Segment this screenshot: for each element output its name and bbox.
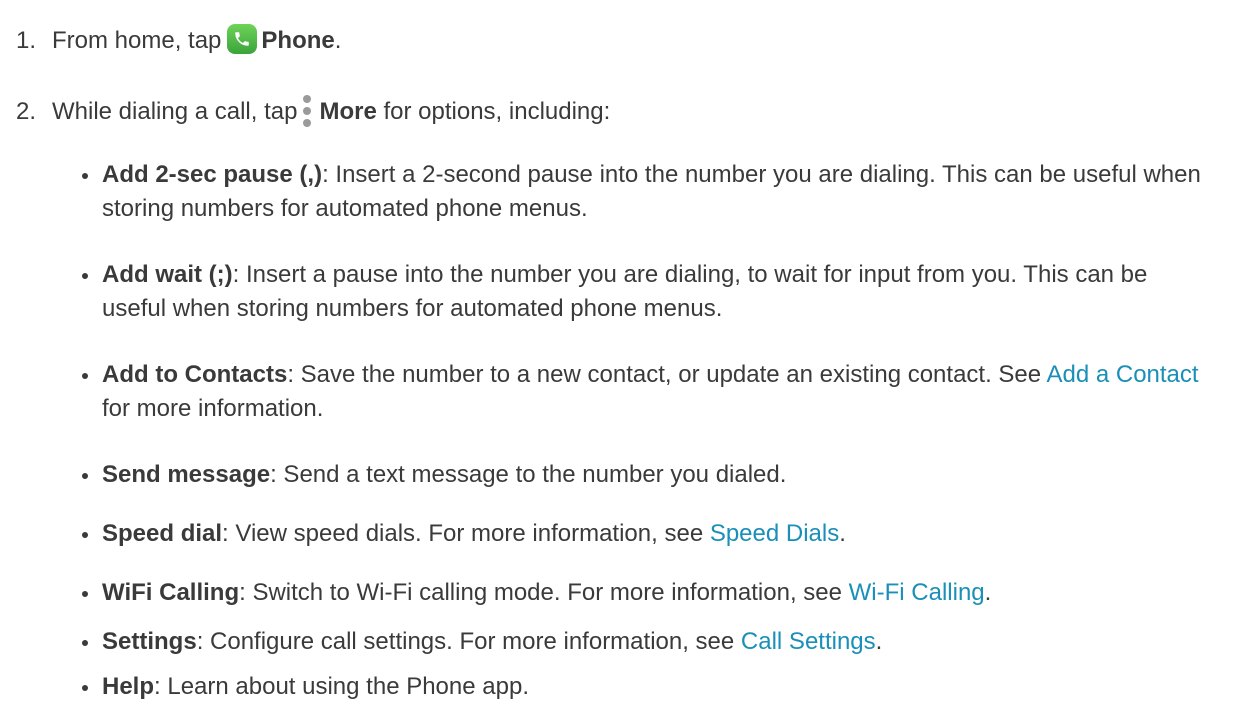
option-tail: for more information. xyxy=(102,395,324,422)
option-desc: : Save the number to a new contact, or u… xyxy=(287,361,1047,388)
option-term: WiFi Calling xyxy=(102,579,240,606)
step-number: 1. xyxy=(16,27,37,54)
option-item: WiFi Calling: Switch to Wi-Fi calling mo… xyxy=(82,576,1202,610)
option-desc: : Configure call settings. For more info… xyxy=(196,628,741,655)
option-desc: : View speed dials. For more information… xyxy=(222,520,710,547)
step-text-end: for options, including: xyxy=(376,98,611,125)
option-term: Add to Contacts xyxy=(102,361,288,388)
speed-dials-link[interactable]: Speed Dials xyxy=(710,520,839,547)
option-item: Settings: Configure call settings. For m… xyxy=(82,625,1202,659)
step-2: 2. While dialing a call, tap More for opti… xyxy=(16,95,610,129)
more-label: More xyxy=(319,98,377,125)
option-desc: : Learn about using the Phone app. xyxy=(154,673,529,700)
option-desc: : Insert a pause into the number you are… xyxy=(102,261,1148,322)
step-text-end: . xyxy=(334,27,342,54)
step-number: 2. xyxy=(16,98,37,125)
option-item: Send message: Send a text message to the… xyxy=(82,458,1202,492)
option-desc: : Send a text message to the number you … xyxy=(270,461,787,488)
document: 1. From home, tap Phone. 2. While dialing a… xyxy=(0,0,1245,709)
option-term: Send message xyxy=(102,461,271,488)
option-term: Settings xyxy=(102,628,197,655)
step-text: From home, tap xyxy=(52,27,222,54)
more-vertical-icon xyxy=(301,95,313,127)
option-item: Help: Learn about using the Phone app. xyxy=(82,670,1202,704)
option-tail: . xyxy=(839,520,846,547)
add-a-contact-link[interactable]: Add a Contact xyxy=(1046,361,1198,388)
wifi-calling-link[interactable]: Wi-Fi Calling xyxy=(849,579,985,606)
step-1: 1. From home, tap Phone. xyxy=(16,24,341,58)
phone-label: Phone xyxy=(261,27,335,54)
option-term: Add wait (;) xyxy=(102,261,233,288)
step-text: While dialing a call, tap xyxy=(52,98,298,125)
option-term: Speed dial xyxy=(102,520,223,547)
option-item: Add 2-sec pause (,): Insert a 2-second p… xyxy=(82,158,1202,226)
option-tail: . xyxy=(984,579,992,606)
option-term: Add 2-sec pause (,) xyxy=(102,161,323,188)
option-item: Speed dial: View speed dials. For more i… xyxy=(82,517,1202,551)
phone-icon xyxy=(227,24,258,54)
option-item: Add to Contacts: Save the number to a ne… xyxy=(82,358,1202,426)
option-desc: : Switch to Wi-Fi calling mode. For more… xyxy=(239,579,849,606)
option-term: Help xyxy=(102,673,155,700)
option-tail: . xyxy=(875,628,883,655)
call-settings-link[interactable]: Call Settings xyxy=(741,628,876,655)
option-item: Add wait (;): Insert a pause into the nu… xyxy=(82,258,1202,326)
